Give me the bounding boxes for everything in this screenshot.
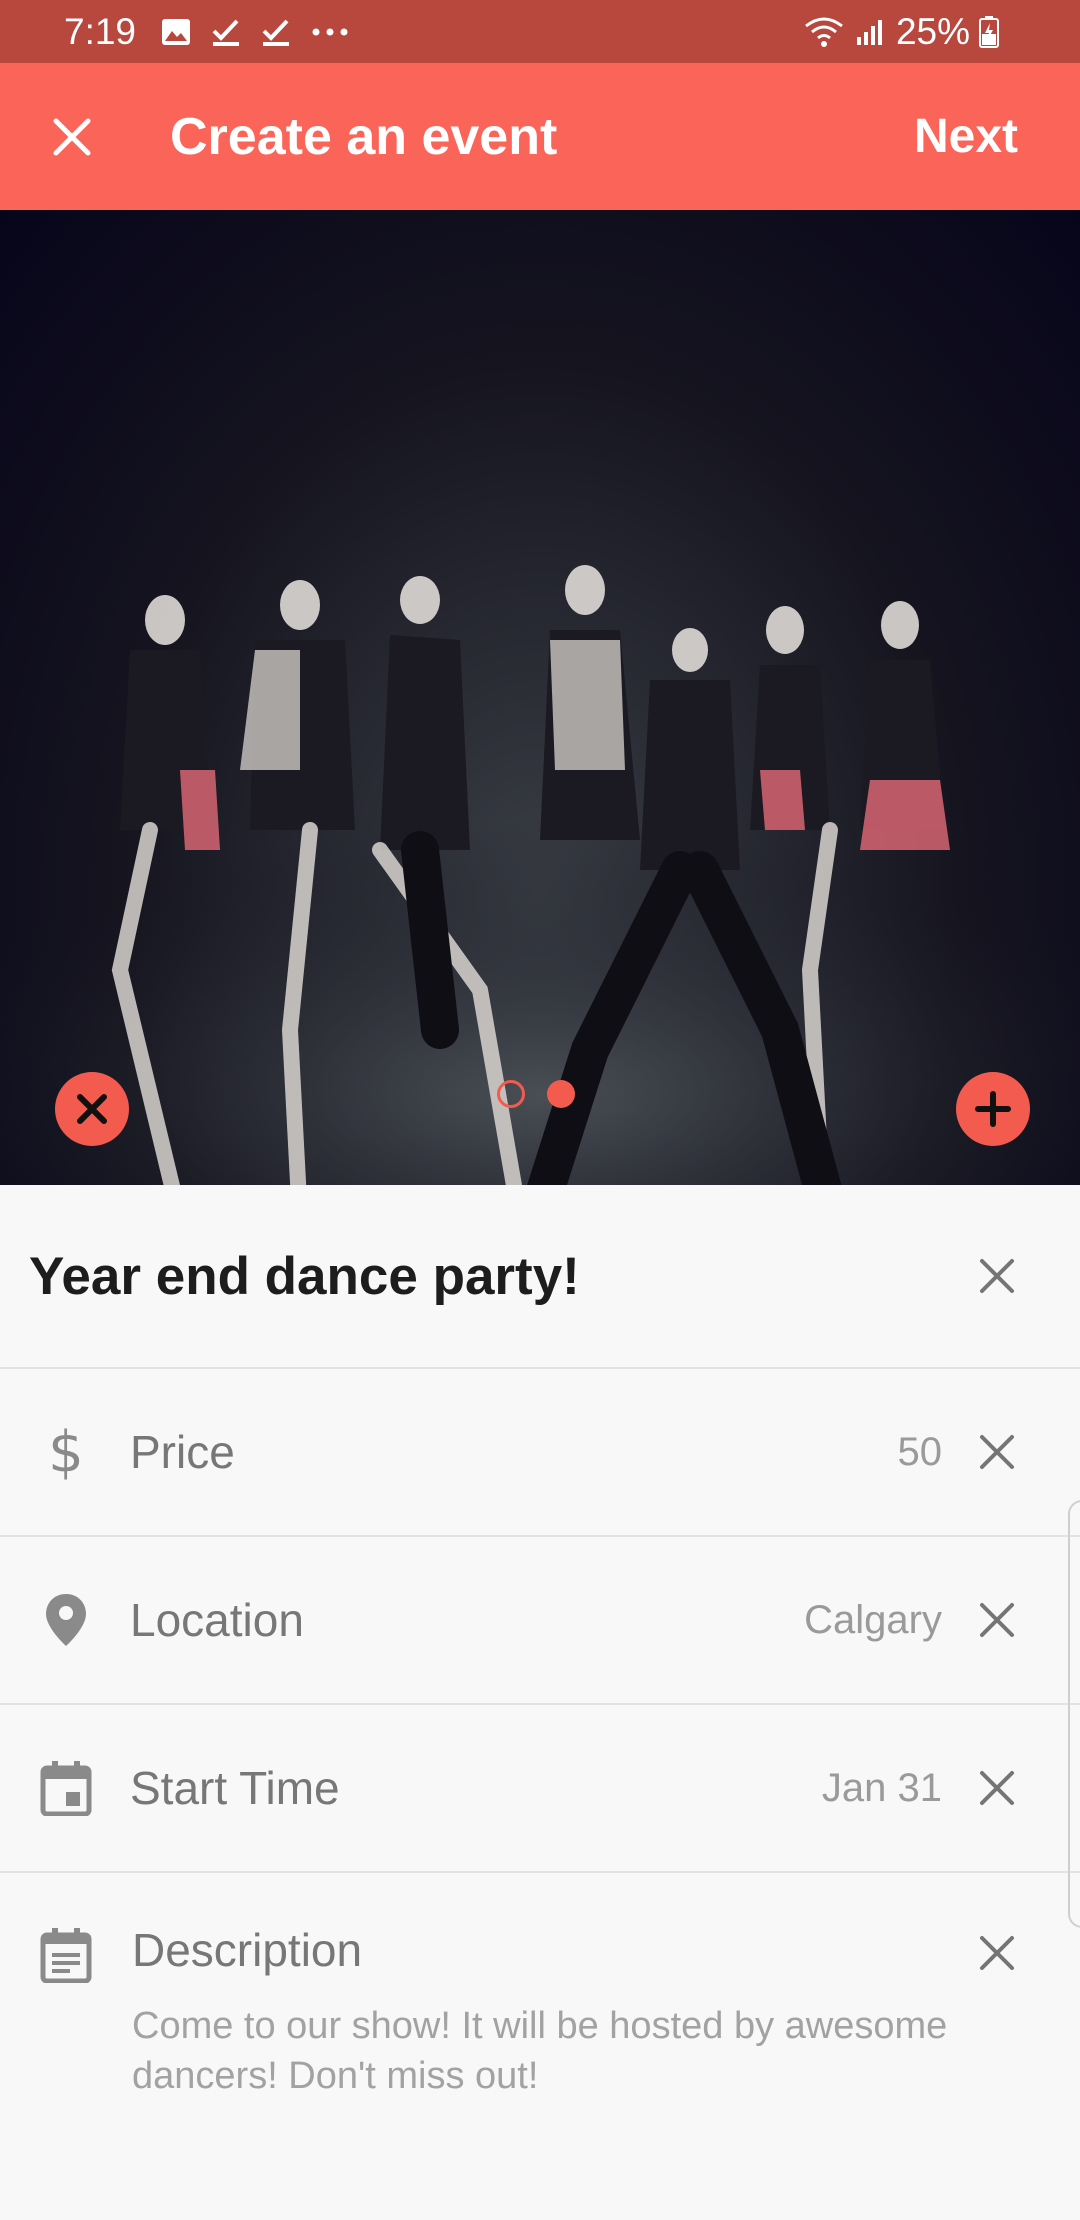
description-label: Description — [132, 1924, 363, 1976]
add-photo-icon[interactable] — [956, 1072, 1030, 1146]
remove-photo-icon[interactable] — [55, 1072, 129, 1146]
status-bar: 7:19 25% — [0, 0, 1080, 63]
price-value[interactable]: 50 — [898, 1430, 943, 1475]
clear-start-time-icon[interactable] — [969, 1760, 1025, 1816]
clear-title-icon[interactable] — [969, 1248, 1025, 1304]
page-dot-active[interactable] — [547, 1080, 575, 1108]
page-dot[interactable] — [497, 1080, 525, 1108]
more-dots-icon — [310, 16, 350, 48]
scroll-edge-handle[interactable] — [1068, 1500, 1080, 1928]
next-button[interactable]: Next — [914, 109, 1018, 164]
start-time-value[interactable]: Jan 31 — [822, 1766, 942, 1811]
location-pin-icon — [36, 1590, 96, 1650]
clear-location-icon[interactable] — [969, 1592, 1025, 1648]
description-row[interactable]: Description Come to our show! It will be… — [0, 1873, 1080, 2133]
event-photo — [0, 565, 1080, 1185]
carousel-page-indicator — [497, 1080, 597, 1108]
image-icon — [160, 16, 192, 48]
location-value[interactable]: Calgary — [804, 1598, 942, 1643]
calendar-icon — [36, 1758, 96, 1818]
battery-text: 25% — [895, 10, 970, 52]
signal-icon — [854, 16, 886, 48]
check-icon — [260, 16, 292, 48]
event-form: Year end dance party! $ Price 50 Locatio… — [0, 1185, 1080, 2133]
clear-description-icon[interactable] — [969, 1925, 1025, 1981]
notes-icon — [36, 1925, 96, 1985]
page-title: Create an event — [170, 107, 558, 166]
event-title[interactable]: Year end dance party! — [29, 1246, 580, 1307]
status-time: 7:19 — [64, 10, 137, 52]
event-photo-carousel[interactable] — [0, 210, 1080, 1185]
description-text[interactable]: Come to our show! It will be hosted by a… — [132, 2001, 952, 2101]
price-row[interactable]: $ Price 50 — [0, 1369, 1080, 1537]
price-label: Price — [130, 1426, 235, 1478]
close-icon[interactable] — [32, 97, 112, 177]
battery-icon — [978, 15, 1000, 48]
location-label: Location — [130, 1594, 304, 1646]
dollar-icon: $ — [48, 1419, 84, 1485]
event-title-row[interactable]: Year end dance party! — [0, 1185, 1080, 1369]
app-bar: Create an event Next — [0, 63, 1080, 210]
wifi-icon — [804, 16, 844, 48]
check-icon — [210, 16, 242, 48]
location-row[interactable]: Location Calgary — [0, 1537, 1080, 1705]
clear-price-icon[interactable] — [969, 1424, 1025, 1480]
start-time-label: Start Time — [130, 1762, 340, 1814]
start-time-row[interactable]: Start Time Jan 31 — [0, 1705, 1080, 1873]
